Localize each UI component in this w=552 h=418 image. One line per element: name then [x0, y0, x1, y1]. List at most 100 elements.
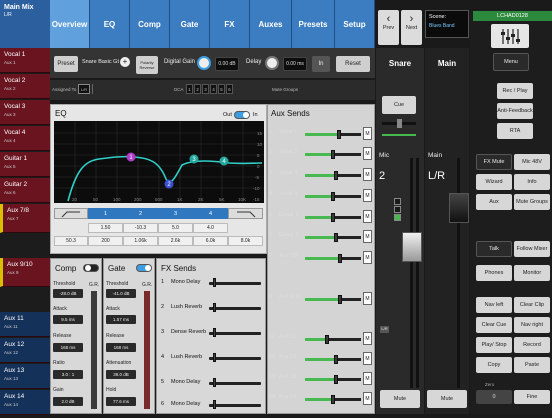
polarity-reverse-button[interactable]: Polarity Reverse [136, 56, 158, 74]
aux-send-row[interactable]: 9 Aux 9/10 M [269, 290, 373, 308]
aux-send-row[interactable]: 14 Aux 14 M [269, 390, 373, 408]
comp-release-value[interactable]: 168 ms [53, 343, 83, 352]
channel-item[interactable]: Aux 7/8 Aux 7 [0, 204, 50, 233]
aux-mute-button[interactable]: M [363, 189, 372, 202]
copy-button[interactable]: Copy [476, 357, 512, 373]
clear-clip-button[interactable]: Clear Clip [514, 297, 550, 313]
preset-button[interactable]: Preset [54, 56, 78, 72]
aux-mute-button[interactable]: M [363, 147, 372, 160]
aux-send-row[interactable]: 11 Aux 11 M [269, 330, 373, 348]
fx-send-row[interactable]: 2 Lush Reverb [161, 303, 271, 321]
aux-send-row[interactable]: 3 Vocal 3 M [269, 166, 373, 184]
aux-mute-button[interactable]: M [363, 392, 372, 405]
eq-gain-value[interactable]: 5.0 [158, 223, 193, 233]
channel-item[interactable]: Aux 11 Aux 11 [0, 312, 50, 337]
aux-send-row[interactable]: 6 Guitar 2 M [269, 228, 373, 246]
aux-send-row[interactable]: 1 Vocal 1 M [269, 125, 373, 143]
mic48v-button[interactable]: Mic 48V [514, 154, 550, 170]
aux-send-knob[interactable] [338, 295, 342, 304]
channel-item[interactable]: Vocal 1 Aux 1 [0, 48, 50, 73]
digital-gain-knob[interactable] [197, 56, 211, 70]
monitor-button[interactable]: Monitor [514, 265, 550, 281]
tab-auxes[interactable]: Auxes [250, 0, 292, 48]
channel-item[interactable]: Vocal 4 Aux 4 [0, 126, 50, 151]
channel-item[interactable]: Vocal 2 Aux 2 [0, 74, 50, 99]
menu-button[interactable]: Menu [493, 53, 529, 71]
delay-knob[interactable] [265, 56, 279, 70]
main-mix-selector[interactable]: Main Mix L/R [0, 0, 50, 48]
eq-gain-value[interactable]: 4.0 [193, 223, 228, 233]
aux-send-knob[interactable] [334, 375, 338, 384]
aux-send-knob[interactable] [325, 335, 329, 344]
follow-mixer-button[interactable]: Follow Mixer [514, 241, 550, 257]
tab-comp[interactable]: Comp [130, 0, 170, 48]
fx-send-knob[interactable] [213, 303, 216, 312]
aux-mute-button[interactable]: M [363, 230, 372, 243]
dca-button[interactable]: 3 [202, 84, 209, 94]
eq-freq-value[interactable]: 2.6k [158, 236, 193, 246]
comp-threshold-value[interactable]: -28.0 dB [53, 289, 83, 298]
main-fader[interactable] [449, 193, 469, 223]
zero-button[interactable]: 0 [476, 390, 512, 404]
fx-send-slider[interactable] [209, 332, 261, 335]
fx-send-row[interactable]: 6 Mono Delay [161, 400, 271, 418]
delay-in-button[interactable]: In [312, 56, 330, 72]
comp-gain-value[interactable]: 2.0 dB [53, 397, 83, 406]
fx-send-row[interactable]: 5 Mono Delay [161, 378, 271, 396]
phones-button[interactable]: Phones [476, 265, 512, 281]
dca-button[interactable]: 1 [186, 84, 193, 94]
eq-freq-value[interactable]: 1.06k [123, 236, 158, 246]
tab-fx[interactable]: FX [210, 0, 250, 48]
aux-mute-button[interactable]: M [363, 332, 372, 345]
channel-item[interactable]: Vocal 3 Aux 3 [0, 100, 50, 125]
eq-band-button[interactable]: 3 [158, 208, 193, 219]
eq-freq-value[interactable]: 8.0k [228, 236, 263, 246]
fine-button[interactable]: Fine [514, 390, 550, 404]
prev-button[interactable]: ‹ Prev [378, 10, 399, 45]
gate-attack-value[interactable]: 1.57 ms [106, 315, 136, 324]
wizard-button[interactable]: Wizard [476, 174, 512, 190]
tab-gate[interactable]: Gate [170, 0, 210, 48]
aux-send-row[interactable]: 2 Vocal 2 M [269, 145, 373, 163]
gate-threshold-value[interactable]: -41.0 dB [106, 289, 136, 298]
mute-button[interactable]: Mute [380, 390, 420, 408]
highcut-filter-button[interactable] [228, 208, 263, 219]
gate-release-value[interactable]: 168 ms [106, 343, 136, 352]
cue-button[interactable]: Cue [382, 96, 416, 114]
dca-button[interactable]: 5 [218, 84, 225, 94]
aux-send-row[interactable]: 7 Aux 7/8 M [269, 249, 373, 267]
aux-send-knob[interactable] [337, 130, 341, 139]
fx-send-row[interactable]: 4 Lush Reverb [161, 353, 271, 371]
rec-play-button[interactable]: Rec / Play [497, 83, 533, 99]
channel-item[interactable]: Aux 9/10 Aux 9 [0, 258, 50, 287]
channel-checkbox[interactable] [394, 214, 401, 221]
next-button[interactable]: › Next [401, 10, 422, 45]
tab-eq[interactable]: EQ [90, 0, 130, 48]
fx-send-knob[interactable] [213, 378, 216, 387]
comp-toggle[interactable] [83, 264, 99, 272]
digital-gain-value[interactable]: 0.00 dB [215, 57, 239, 71]
eq-band-button[interactable]: 1 [88, 208, 123, 219]
gate-hold-value[interactable]: 77.6 ms [106, 397, 136, 406]
eq-band-button[interactable]: 2 [123, 208, 158, 219]
channel-item[interactable]: Guitar 1 Aux 5 [0, 152, 50, 177]
gate-attenuation-value[interactable]: 39.0 dB [106, 370, 136, 379]
channel-fader[interactable] [402, 232, 422, 262]
aux-mute-button[interactable]: M [363, 168, 372, 181]
rta-button[interactable]: RTA [497, 123, 533, 139]
fx-send-slider[interactable] [209, 382, 261, 385]
channel-checkbox[interactable] [394, 206, 401, 213]
aux-send-row[interactable]: 12 Aux 12 M [269, 350, 373, 368]
tab-setup[interactable]: Setup [335, 0, 375, 48]
aux-mute-button[interactable]: M [363, 372, 372, 385]
mixer-view-button[interactable] [491, 24, 529, 48]
aux-send-row[interactable]: 13 Aux 13 M [269, 370, 373, 388]
tab-overview[interactable]: Overview [50, 0, 90, 48]
aux-send-row[interactable]: 5 Guitar 1 M [269, 208, 373, 226]
aux-button[interactable]: Aux [476, 194, 512, 210]
dca-button[interactable]: 4 [210, 84, 217, 94]
nav-left-button[interactable]: Nav left [476, 297, 512, 313]
record-button[interactable]: Record [514, 337, 550, 353]
channel-item[interactable]: Aux 14 Aux 14 [0, 390, 50, 415]
comp-ratio-value[interactable]: 3.0 : 1 [53, 370, 83, 379]
